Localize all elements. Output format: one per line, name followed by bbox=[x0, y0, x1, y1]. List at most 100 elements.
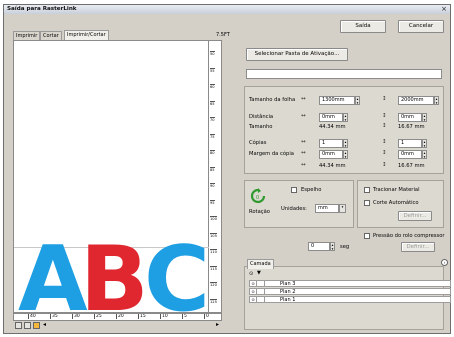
visibility-header-icon: ⊙ bbox=[249, 271, 254, 277]
layer-panel: Camada › ⊙ ▼ ⊙ Plan 3 ⊙ Plan 2 ⊙ Plan 1 bbox=[244, 259, 451, 330]
ruler-tick-label: 90 bbox=[210, 183, 215, 188]
units-label: Unidades: bbox=[281, 206, 307, 212]
ruler-tick-label: 30 bbox=[72, 314, 80, 319]
layer-name: Plan 2 bbox=[280, 289, 296, 295]
ruler-tick-label: 35 bbox=[50, 314, 58, 319]
total-x-value: 44.34 mm bbox=[319, 163, 346, 169]
sheet-height-spinner[interactable]: ▴ ▾ bbox=[434, 96, 439, 105]
preview-letters: A B C bbox=[18, 235, 210, 325]
ruler-tick-label: 100 bbox=[210, 216, 217, 221]
folder-path-field[interactable] bbox=[246, 69, 442, 79]
layer-row[interactable]: ⊙ Plan 3 bbox=[249, 280, 451, 287]
ruler-tick-label: 20 bbox=[116, 314, 124, 319]
panel-menu-icon[interactable]: › bbox=[441, 259, 448, 266]
margin-x-field[interactable]: 0mm bbox=[319, 150, 343, 159]
settings-panel: Selecionar Pasta de Ativação... Tamanho … bbox=[240, 31, 451, 331]
margin-y-spinner[interactable]: ▴ ▾ bbox=[422, 150, 427, 159]
copies-y-spinner[interactable]: ▴ ▾ bbox=[422, 139, 427, 148]
title-bar: Saída para RasterLink × bbox=[4, 5, 450, 14]
horizontal-arrow-icon: ↔ bbox=[301, 150, 306, 156]
pull-material-checkbox[interactable] bbox=[364, 187, 370, 193]
pull-material-label: Tracionar Material bbox=[373, 187, 420, 193]
margin-x-spinner[interactable]: ▴ ▾ bbox=[343, 150, 348, 159]
ruler-tick-label: 85 bbox=[210, 166, 215, 172]
ruler-tick-label: 80 bbox=[210, 150, 215, 155]
margin-y-field[interactable]: 0mm bbox=[398, 150, 422, 159]
distance-x-field[interactable]: 0mm bbox=[319, 113, 343, 122]
sheet-height-field[interactable]: 2000mm bbox=[398, 96, 434, 105]
tab-camada[interactable]: Camada bbox=[247, 259, 274, 269]
auto-cut-checkbox[interactable] bbox=[364, 200, 370, 206]
grid-icon[interactable] bbox=[24, 322, 31, 329]
pinch-roller-settings-button[interactable]: Definir... bbox=[401, 242, 435, 252]
rotation-value: 0 bbox=[256, 195, 259, 201]
close-icon[interactable]: × bbox=[441, 5, 447, 13]
copies-y-field[interactable]: 1 bbox=[398, 139, 422, 148]
vertical-arrow-icon: ↕ bbox=[382, 162, 387, 168]
ruler-tick-label: 60 bbox=[210, 84, 215, 89]
vertical-ruler: 50 55 60 65 70 75 80 85 90 95 100 105 110 115 120 125 bbox=[209, 40, 222, 313]
eye-icon[interactable]: ⊙ bbox=[250, 281, 257, 286]
rasterlink-output-dialog: Saída para RasterLink × Saída Cancelar I… bbox=[3, 4, 451, 334]
angle-unit-label: seg bbox=[340, 244, 350, 250]
fit-view-icon[interactable] bbox=[15, 322, 22, 329]
select-folder-button[interactable]: Selecionar Pasta de Ativação... bbox=[246, 48, 348, 61]
tab-cortar[interactable]: Cortar bbox=[40, 31, 62, 40]
distance-y-field[interactable]: 0mm bbox=[398, 113, 422, 122]
tab-imprimir[interactable]: Imprimir bbox=[13, 31, 41, 40]
size-x-value: 44.34 mm bbox=[319, 124, 346, 130]
scroll-right-icon[interactable]: ▸ bbox=[216, 321, 219, 328]
ruler-tick-label: 65 bbox=[210, 100, 215, 106]
letter-b: B bbox=[80, 227, 149, 332]
size-label-row: Tamanho bbox=[249, 124, 273, 130]
copies-x-spinner[interactable]: ▴ ▾ bbox=[343, 139, 348, 148]
eye-icon[interactable]: ⊙ bbox=[250, 297, 257, 302]
total-y-value: 16.67 mm bbox=[398, 163, 425, 169]
ruler-tick-label: 125 bbox=[210, 298, 217, 304]
tab-imprimir-cortar[interactable]: Imprimir/Cortar bbox=[64, 30, 109, 40]
distance-label: Distância bbox=[249, 114, 274, 120]
lock-toggle[interactable] bbox=[258, 289, 265, 294]
angle-field[interactable]: 0 bbox=[308, 242, 330, 251]
mirror-checkbox[interactable] bbox=[291, 187, 297, 193]
ruler-tick-label: 115 bbox=[210, 265, 217, 271]
size-settings-group: Tamanho da folha ↔ 1300mm ▴ ▾ ↕ 2000mm ▴ ▾… bbox=[244, 86, 444, 174]
ruler-tick-label: 50 bbox=[210, 51, 215, 56]
layer-row[interactable]: ⊙ Plan 1 bbox=[249, 296, 451, 303]
eye-icon[interactable]: ⊙ bbox=[250, 289, 257, 294]
distance-y-spinner[interactable]: ▴ ▾ bbox=[422, 113, 427, 122]
pinch-roller-pressure-checkbox[interactable] bbox=[364, 233, 370, 239]
lock-toggle[interactable] bbox=[258, 281, 265, 286]
scroll-left-icon[interactable]: ◂ bbox=[43, 321, 46, 328]
layer-row[interactable]: ⊙ Plan 2 bbox=[249, 288, 451, 295]
pinch-roller-pressure-label: Pressão do rolo compressor bbox=[373, 233, 445, 239]
lock-toggle[interactable] bbox=[258, 297, 265, 302]
vertical-arrow-icon: ↕ bbox=[382, 123, 387, 129]
window-title: Saída para RasterLink bbox=[7, 6, 77, 12]
angle-spinner[interactable]: ▴ ▾ bbox=[330, 242, 335, 251]
ruler-tick-label: 15 bbox=[138, 314, 146, 319]
size-y-value: 16.67 mm bbox=[398, 124, 425, 130]
zoom-icon[interactable] bbox=[33, 322, 40, 329]
horizontal-arrow-icon: ↔ bbox=[301, 139, 306, 145]
ruler-tick-label: 75 bbox=[210, 133, 215, 139]
units-dropdown-icon[interactable]: ▾ bbox=[339, 204, 346, 213]
sheet-width-spinner[interactable]: ▴ ▾ bbox=[355, 96, 360, 105]
units-select[interactable]: mm bbox=[315, 204, 339, 213]
preview-panel: Imprimir Cortar Imprimir/Cortar 7.5FT A … bbox=[13, 30, 233, 331]
auto-cut-settings-button[interactable]: Definir... bbox=[398, 211, 432, 221]
copies-x-field[interactable]: 1 bbox=[319, 139, 343, 148]
vertical-arrow-icon: ↕ bbox=[382, 139, 387, 145]
size-label: 7.5FT bbox=[216, 32, 230, 38]
horizontal-arrow-icon: ↔ bbox=[301, 113, 306, 119]
ruler-tick-label: 40 bbox=[28, 314, 36, 319]
preview-canvas[interactable]: A B C bbox=[13, 40, 210, 325]
sheet-size-label: Tamanho da folha bbox=[249, 97, 296, 103]
sheet-width-field[interactable]: 1300mm bbox=[319, 96, 355, 105]
ruler-tick-label: 55 bbox=[210, 67, 215, 73]
ruler-tick-label: 0 bbox=[204, 314, 209, 319]
ruler-tick-label: 10 bbox=[160, 314, 168, 319]
ruler-tick-label: 25 bbox=[94, 314, 102, 319]
rotate-icon[interactable]: 0 bbox=[250, 188, 266, 204]
distance-x-spinner[interactable]: ▴ ▾ bbox=[343, 113, 348, 122]
